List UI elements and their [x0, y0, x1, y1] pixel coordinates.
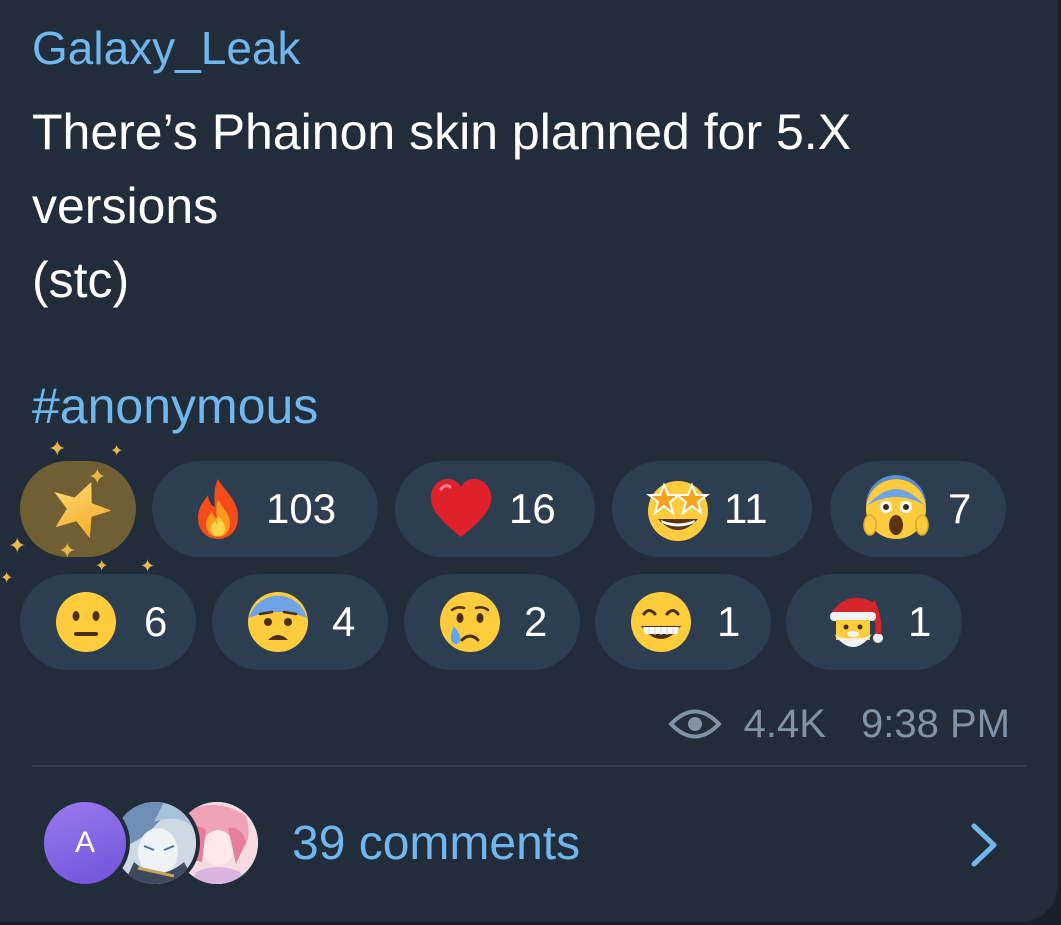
- fire-icon: [198, 479, 238, 539]
- eye-icon: [668, 709, 723, 739]
- reaction-count: 1: [717, 598, 741, 645]
- sparkle-icon: ✦: [8, 533, 27, 558]
- sparkle-icon: ✦: [88, 464, 107, 489]
- reaction-santa-button[interactable]: 1: [786, 574, 962, 670]
- grinning-face-icon: [631, 592, 691, 652]
- crying-face-icon: [440, 592, 500, 652]
- santa-claus-icon: [830, 597, 883, 647]
- sparkle-icon: ✦: [48, 436, 67, 461]
- message-time: 9:38 PM: [861, 702, 1010, 747]
- screaming-face-icon: [863, 475, 929, 539]
- reaction-crying-face-button[interactable]: 2: [404, 574, 580, 670]
- chevron-right-icon: [971, 823, 997, 867]
- reaction-anxious-face-button[interactable]: 4: [212, 574, 388, 670]
- message-bubble: Galaxy_Leak There’s Phainon skin planned…: [0, 0, 1058, 922]
- sparkle-icon: ✦: [58, 538, 77, 563]
- sparkle-icon: ✦: [0, 570, 14, 587]
- red-heart-icon: [430, 479, 492, 537]
- reaction-count: 103: [266, 485, 337, 532]
- anxious-face-icon: [248, 592, 308, 652]
- avatar-initial: A: [74, 826, 95, 859]
- neutral-face-icon: [56, 592, 116, 652]
- divider: [32, 765, 1026, 767]
- reaction-grinning-face-button[interactable]: 1: [595, 574, 771, 670]
- reaction-count: 6: [144, 598, 168, 645]
- reaction-count: 16: [509, 485, 556, 532]
- sparkle-icon: ✦: [110, 443, 124, 460]
- reaction-count: 11: [724, 485, 768, 532]
- channel-name[interactable]: Galaxy_Leak: [32, 20, 301, 76]
- reaction-star-struck-button[interactable]: 11: [612, 461, 812, 557]
- message-line: There’s Phainon skin planned for 5.X: [32, 104, 852, 160]
- hashtag-link[interactable]: #anonymous: [32, 376, 318, 436]
- message-text: There’s Phainon skin planned for 5.X ver…: [32, 95, 1032, 317]
- reaction-neutral-face-button[interactable]: 6: [20, 574, 196, 670]
- reaction-count: 4: [332, 598, 356, 645]
- reaction-count: 7: [948, 485, 972, 532]
- view-count: 4.4K: [743, 702, 826, 747]
- message-line: versions: [32, 178, 219, 234]
- avatar: A: [40, 798, 130, 888]
- message-meta: 4.4K 9:38 PM: [668, 697, 1010, 747]
- reaction-fire-button[interactable]: 103: [152, 461, 378, 557]
- comments-button[interactable]: A 39 comments: [0, 768, 1058, 922]
- message-line: (stc): [32, 252, 130, 308]
- comments-count-label: 39 comments: [292, 817, 581, 870]
- reaction-star-button[interactable]: [20, 461, 136, 557]
- reaction-count: 2: [524, 598, 548, 645]
- reaction-screaming-face-button[interactable]: 7: [830, 461, 1006, 557]
- reaction-heart-button[interactable]: 16: [395, 461, 595, 557]
- star-struck-icon: [646, 481, 710, 541]
- reaction-count: 1: [908, 598, 932, 645]
